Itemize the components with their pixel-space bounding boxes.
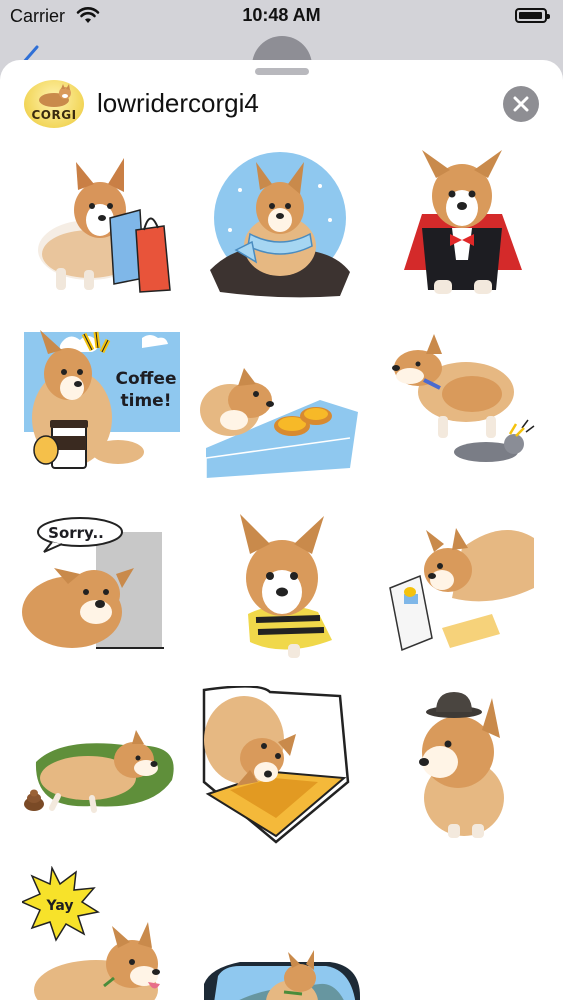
sticker-coffee-time[interactable]: Coffee time!	[22, 328, 182, 488]
svg-text:Sorry..: Sorry..	[48, 524, 104, 542]
close-button[interactable]	[503, 86, 539, 122]
sticker-sorry[interactable]: Sorry..	[22, 508, 182, 668]
sticker-bowler-hat[interactable]	[382, 686, 542, 846]
sticker-on-grass[interactable]	[22, 686, 182, 846]
sticker-yay[interactable]: Yay	[22, 866, 182, 1000]
sticker-sheet: CORGI lowridercorgi4 Coffee time! Sorry.…	[0, 60, 563, 1000]
sticker-shopping-bags[interactable]	[28, 150, 188, 310]
sticker-bee-costume[interactable]	[200, 508, 360, 668]
close-icon	[513, 96, 529, 112]
corgi-icon	[39, 84, 71, 107]
sticker-pack-icon: CORGI	[24, 80, 84, 128]
sticker-pack-header: CORGI lowridercorgi4	[0, 80, 563, 132]
svg-text:time!: time!	[121, 391, 172, 411]
battery-icon	[515, 8, 550, 23]
svg-text:Coffee: Coffee	[116, 369, 177, 389]
sticker-car-window[interactable]	[200, 866, 360, 1000]
sticker-pack-icon-label: CORGI	[31, 108, 77, 122]
sticker-egg-tart[interactable]	[200, 328, 360, 488]
svg-text:Yay: Yay	[46, 898, 74, 914]
sticker-pack-title: lowridercorgi4	[97, 88, 259, 118]
sheet-grabber[interactable]	[255, 68, 309, 75]
clock: 10:48 AM	[242, 5, 321, 25]
status-bar: Carrier 10:48 AM	[0, 0, 563, 34]
sticker-scarf-snow[interactable]	[200, 150, 360, 310]
sticker-with-cat[interactable]	[382, 328, 542, 488]
sticker-on-cushion[interactable]	[200, 686, 360, 846]
sticker-dracula-costume[interactable]	[382, 150, 542, 310]
sticker-reading[interactable]	[382, 508, 542, 668]
